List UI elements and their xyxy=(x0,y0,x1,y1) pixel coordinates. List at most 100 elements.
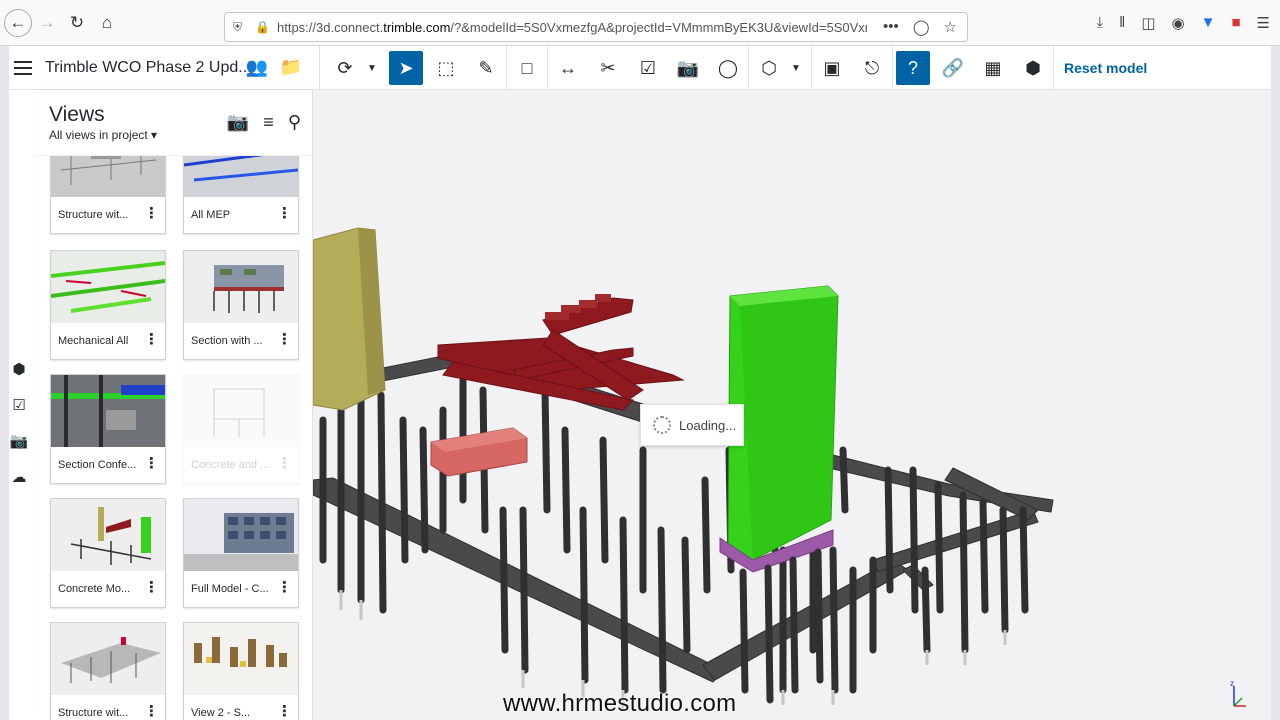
page-actions-icon[interactable]: ••• xyxy=(883,18,899,36)
address-bar[interactable]: ⛨ 🔒 https://3d.connect.trimble.com/?&mod… xyxy=(224,12,968,42)
view-card[interactable]: Concrete and ... ⋮ xyxy=(183,374,299,484)
help-icon[interactable]: ? xyxy=(896,51,930,85)
add-view-icon[interactable]: 📷 xyxy=(227,112,249,133)
viewer-toolbar: ⟳ ▼ ➤ ⬚ ✎ □ ↔ ✂ ☑ 📷 ◯ ⬡ ▼ ▣ ⎋ ? 🔗 ▦ ⬢ Re… xyxy=(319,46,1147,90)
left-edge-strip xyxy=(0,46,9,720)
lock-icon[interactable]: 🔒 xyxy=(255,20,270,34)
forward-icon[interactable]: → xyxy=(32,8,62,38)
orbit-icon[interactable]: ⟳ xyxy=(328,51,362,85)
more-options-icon[interactable]: ⋮ xyxy=(277,580,292,595)
more-options-icon[interactable]: ⋮ xyxy=(144,704,159,719)
view-thumbnail xyxy=(51,623,165,695)
models-cube-icon[interactable]: ⬢ xyxy=(12,360,25,378)
folder-icon[interactable]: 📁 xyxy=(278,55,304,81)
views-filter-dropdown[interactable]: All views in project ▾ xyxy=(49,128,157,142)
views-panel: Views All views in project ▾ 📷 ≡ ⚲ Struc… xyxy=(35,90,313,720)
view-label: Concrete Mo... xyxy=(58,583,131,595)
url-text[interactable]: https://3d.connect.trimble.com/?&modelId… xyxy=(277,20,867,35)
bookmark-star-icon[interactable]: ☆ xyxy=(944,18,957,36)
sort-icon[interactable]: ≡ xyxy=(263,112,274,133)
svg-text:z: z xyxy=(1230,680,1234,688)
cloud-icon[interactable]: ☁ xyxy=(12,468,27,486)
sidebar-toggle-icon[interactable]: ◫ xyxy=(1141,14,1155,32)
view-thumbnail xyxy=(184,623,298,695)
view-label: Mechanical All xyxy=(58,335,129,347)
view-thumbnail xyxy=(184,251,298,323)
add-view-camera-icon[interactable]: 📷 xyxy=(671,51,705,85)
browser-menu-icon[interactable]: ☰ xyxy=(1257,14,1270,32)
cube-view-dropdown-icon[interactable]: ▼ xyxy=(789,63,803,74)
view-label: All MEP xyxy=(191,209,231,221)
views-header: Views All views in project ▾ 📷 ≡ ⚲ xyxy=(35,90,312,156)
view-card[interactable]: Full Model - C... ⋮ xyxy=(183,498,299,608)
measure-icon[interactable]: ↔ xyxy=(551,51,585,85)
calculator-icon[interactable]: ▦ xyxy=(976,51,1010,85)
fit-to-view-icon[interactable]: □ xyxy=(510,51,544,85)
home-icon[interactable]: ⌂ xyxy=(92,8,122,38)
library-icon[interactable]: ‖ xyxy=(1119,14,1125,32)
visibility-icon[interactable]: ▣ xyxy=(815,51,849,85)
extension-icon[interactable]: ▼ xyxy=(1201,14,1216,32)
spinner-icon xyxy=(653,416,671,434)
more-options-icon[interactable]: ⋮ xyxy=(277,206,292,221)
views-camera-icon[interactable]: 📷 xyxy=(10,432,29,450)
extension-red-icon[interactable]: ■ xyxy=(1231,14,1240,32)
view-thumbnail xyxy=(51,251,165,323)
view-thumbnail xyxy=(184,375,298,447)
right-edge-strip xyxy=(1271,46,1280,720)
view-label: Full Model - C... xyxy=(191,583,269,595)
more-options-icon[interactable]: ⋮ xyxy=(144,456,159,471)
3d-viewport[interactable] xyxy=(313,90,1271,720)
ghost-icon[interactable]: ⎋ xyxy=(855,51,889,85)
orbit-dropdown-icon[interactable]: ▼ xyxy=(365,63,379,74)
model-render xyxy=(313,227,1054,710)
view-label: Structure wit... xyxy=(58,707,129,719)
more-options-icon[interactable]: ⋮ xyxy=(277,704,292,719)
loading-indicator: Loading... xyxy=(640,404,744,446)
shield-icon[interactable]: ⛨ xyxy=(233,20,247,35)
add-user-icon[interactable]: 👥 xyxy=(244,55,270,81)
account-icon[interactable]: ◉ xyxy=(1172,14,1185,32)
reset-model-button[interactable]: Reset model xyxy=(1064,60,1147,76)
side-rail: ⬢ ☑ 📷 ☁ xyxy=(9,360,29,486)
cube-view-icon[interactable]: ⬡ xyxy=(752,51,786,85)
more-options-icon[interactable]: ⋮ xyxy=(144,332,159,347)
view-label: View 2 - S... xyxy=(191,707,251,719)
view-card[interactable]: Concrete Mo... ⋮ xyxy=(50,498,166,608)
view-card[interactable]: Mechanical All ⋮ xyxy=(50,250,166,360)
view-label: Section Confe... xyxy=(58,459,137,471)
view-card[interactable]: Section Confe... ⋮ xyxy=(50,374,166,484)
more-options-icon[interactable]: ⋮ xyxy=(144,580,159,595)
view-card[interactable]: Section with ... ⋮ xyxy=(183,250,299,360)
todo-clipboard-icon[interactable]: ☑ xyxy=(631,51,665,85)
more-options-icon[interactable]: ⋮ xyxy=(144,206,159,221)
todos-icon[interactable]: ☑ xyxy=(12,396,25,414)
section-scissors-icon[interactable]: ✂ xyxy=(591,51,625,85)
view-card[interactable]: View 2 - S... ⋮ xyxy=(183,622,299,720)
view-thumbnail xyxy=(51,375,165,447)
axis-gizmo-icon[interactable]: z xyxy=(1226,679,1250,713)
app-header: Trimble WCO Phase 2 Upd... 👥 📁 ⟳ ▼ ➤ ⬚ ✎… xyxy=(9,46,1271,90)
project-title[interactable]: Trimble WCO Phase 2 Upd... xyxy=(45,59,252,77)
watermark: www.hrmestudio.com xyxy=(503,690,737,717)
hamburger-menu-icon[interactable] xyxy=(11,56,35,80)
more-options-icon[interactable]: ⋮ xyxy=(277,456,292,471)
select-pointer-icon[interactable]: ➤ xyxy=(389,51,423,85)
search-icon[interactable]: ⚲ xyxy=(288,112,301,133)
view-card[interactable]: Structure wit... ⋮ xyxy=(50,622,166,720)
reload-icon[interactable]: ↻ xyxy=(62,8,92,38)
markup-icon[interactable]: ✎ xyxy=(469,51,503,85)
more-options-icon[interactable]: ⋮ xyxy=(277,332,292,347)
box-select-icon[interactable]: ⬚ xyxy=(429,51,463,85)
object-cube-icon[interactable]: ⬢ xyxy=(1016,51,1050,85)
view-thumbnail xyxy=(51,499,165,571)
pocket-icon[interactable]: ◯ xyxy=(913,18,930,36)
download-icon[interactable]: ⤓ xyxy=(1097,14,1104,32)
view-label: Section with ... xyxy=(191,335,263,347)
cloud-markup-icon[interactable]: ◯ xyxy=(711,51,745,85)
link-icon[interactable]: 🔗 xyxy=(936,51,970,85)
view-label: Structure wit... xyxy=(58,209,129,221)
back-icon[interactable]: ← xyxy=(4,8,32,37)
loading-text: Loading... xyxy=(679,417,737,433)
view-thumbnail xyxy=(184,499,298,571)
